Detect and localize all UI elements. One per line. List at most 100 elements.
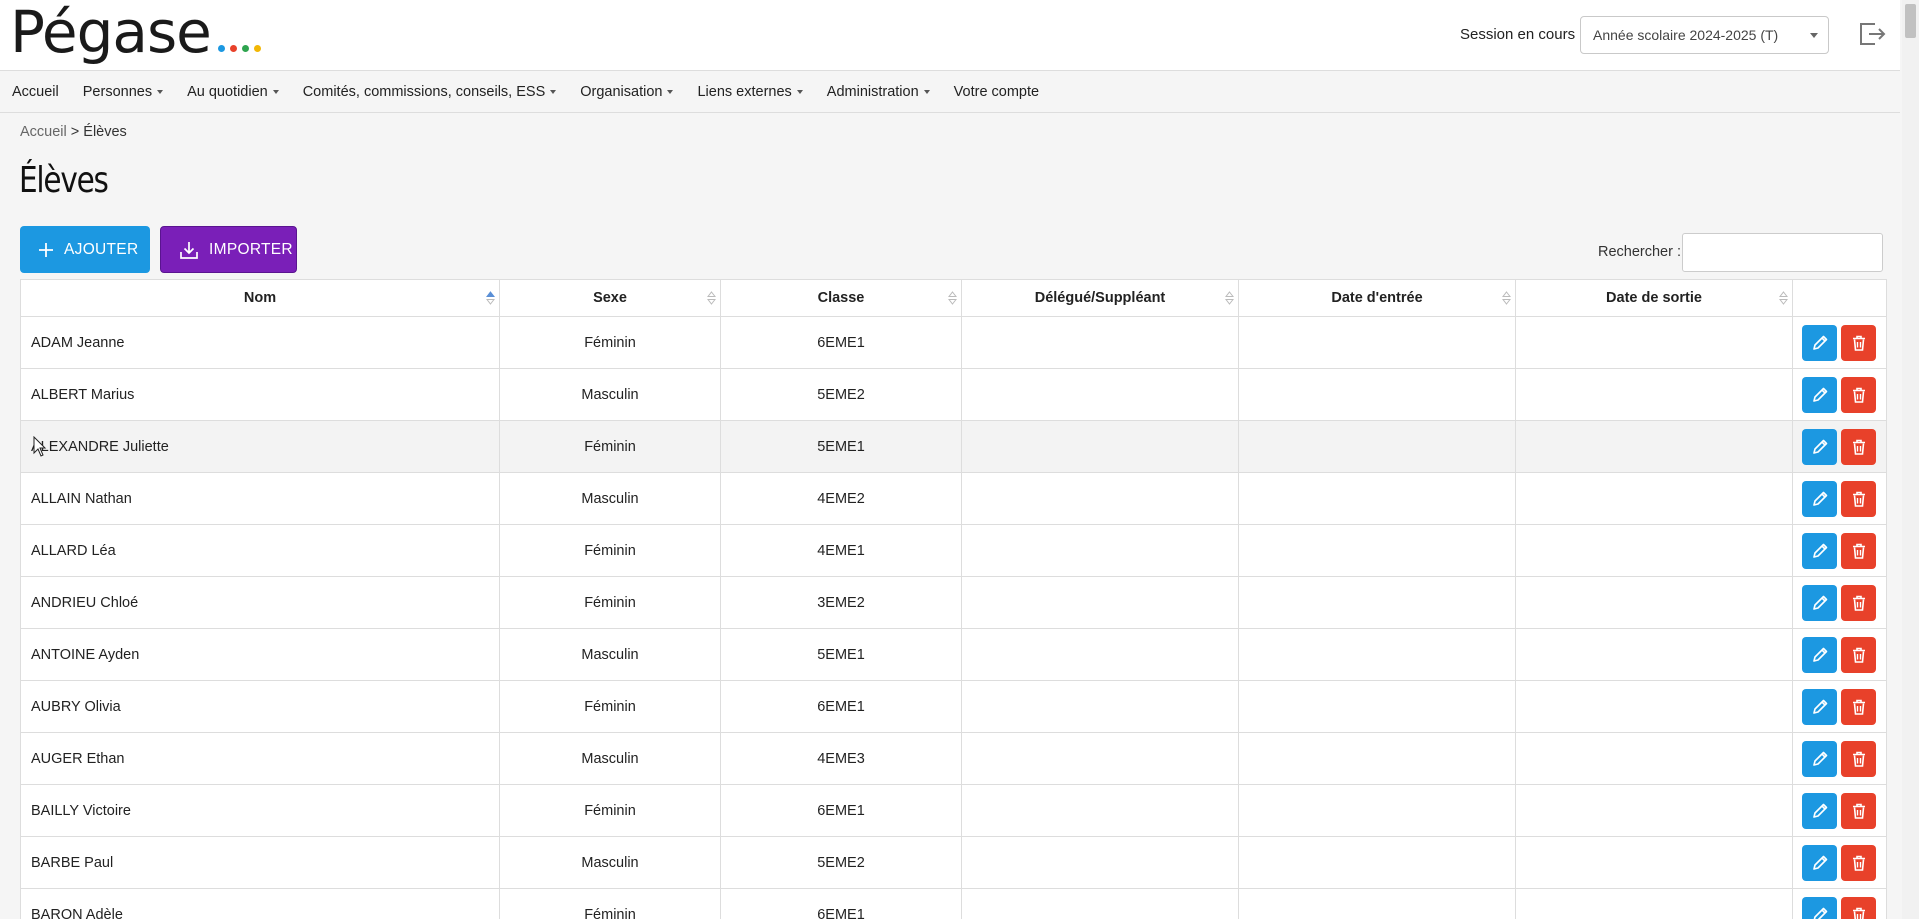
edit-button[interactable]: [1802, 377, 1837, 413]
pencil-icon: [1812, 855, 1827, 870]
delete-button[interactable]: [1841, 741, 1876, 777]
nav-item-label: Comités, commissions, conseils, ESS: [302, 83, 546, 100]
cell-sortie: [1515, 628, 1793, 681]
nav-item-personnes[interactable]: Personnes: [83, 84, 164, 100]
table-row[interactable]: ALEXANDRE Juliette Féminin 5EME1: [20, 420, 1887, 473]
delete-button[interactable]: [1841, 429, 1876, 465]
cell-delegue: [961, 680, 1239, 733]
logo-text: Pégase: [10, 0, 212, 66]
cell-sortie: [1515, 368, 1793, 421]
cell-delegue: [961, 420, 1239, 473]
cell-sexe: Féminin: [499, 420, 721, 473]
table-row[interactable]: AUGER Ethan Masculin 4EME3: [20, 732, 1887, 785]
table-row[interactable]: AUBRY Olivia Féminin 6EME1: [20, 680, 1887, 733]
cell-actions: [1792, 680, 1887, 733]
nav-item-votre-compte[interactable]: Votre compte: [954, 84, 1039, 100]
trash-icon: [1852, 751, 1865, 767]
trash-icon: [1852, 595, 1865, 611]
delete-button[interactable]: [1841, 325, 1876, 361]
column-header[interactable]: Sexe: [499, 279, 721, 317]
column-header[interactable]: Date d'entrée: [1238, 279, 1516, 317]
edit-button[interactable]: [1802, 481, 1837, 517]
edit-button[interactable]: [1802, 793, 1837, 829]
nav-item-accueil[interactable]: Accueil: [12, 84, 59, 100]
page-scrollbar[interactable]: [1902, 0, 1919, 919]
caret-down-icon: [667, 89, 674, 94]
table-row[interactable]: ANDRIEU Chloé Féminin 3EME2: [20, 576, 1887, 629]
column-header[interactable]: Nom: [20, 279, 500, 317]
logout-icon[interactable]: [1857, 20, 1887, 48]
search-label: Rechercher :: [1598, 244, 1682, 260]
cell-nom: ANTOINE Ayden: [20, 628, 500, 681]
table-row[interactable]: BAILLY Victoire Féminin 6EME1: [20, 784, 1887, 837]
table-row[interactable]: BARON Adèle Féminin 6EME1: [20, 888, 1887, 919]
cell-nom: ALBERT Marius: [20, 368, 500, 421]
delete-button[interactable]: [1841, 637, 1876, 673]
delete-button[interactable]: [1841, 793, 1876, 829]
edit-button[interactable]: [1802, 637, 1837, 673]
cell-delegue: [961, 368, 1239, 421]
cell-actions: [1792, 784, 1887, 837]
cell-nom: AUBRY Olivia: [20, 680, 500, 733]
cell-sexe: Féminin: [499, 888, 721, 919]
edit-button[interactable]: [1802, 533, 1837, 569]
nav-item-label: Liens externes: [697, 83, 792, 100]
table-row[interactable]: ALLAIN Nathan Masculin 4EME2: [20, 472, 1887, 525]
cell-sortie: [1515, 680, 1793, 733]
table-row[interactable]: ANTOINE Ayden Masculin 5EME1: [20, 628, 1887, 681]
nav-item-administration[interactable]: Administration: [827, 84, 930, 100]
delete-button[interactable]: [1841, 845, 1876, 881]
pencil-icon: [1812, 543, 1827, 558]
cell-delegue: [961, 836, 1239, 889]
nav-item-organisation[interactable]: Organisation: [580, 84, 674, 100]
edit-button[interactable]: [1802, 845, 1837, 881]
table-row[interactable]: ALBERT Marius Masculin 5EME2: [20, 368, 1887, 421]
nav-item-liens-externes[interactable]: Liens externes: [697, 83, 803, 100]
pencil-icon: [1812, 647, 1827, 662]
add-button[interactable]: AJOUTER: [20, 226, 150, 273]
trash-icon: [1852, 855, 1865, 871]
delete-button[interactable]: [1841, 689, 1876, 725]
cell-classe: 5EME2: [720, 368, 962, 421]
scrollbar-thumb[interactable]: [1905, 4, 1916, 38]
cell-nom: ALLAIN Nathan: [20, 472, 500, 525]
cell-sexe: Masculin: [499, 836, 721, 889]
delete-button[interactable]: [1841, 377, 1876, 413]
table-row[interactable]: BARBE Paul Masculin 5EME2: [20, 836, 1887, 889]
edit-button[interactable]: [1802, 689, 1837, 725]
column-header[interactable]: Date de sortie: [1515, 279, 1793, 317]
nav-item-comit-s-commissions-conseils-ess[interactable]: Comités, commissions, conseils, ESS: [303, 84, 557, 100]
column-header[interactable]: Délégué/Suppléant: [961, 279, 1239, 317]
pencil-icon: [1812, 803, 1827, 818]
delete-button[interactable]: [1841, 897, 1876, 919]
session-select[interactable]: Année scolaire 2024-2025 (T): [1580, 16, 1829, 54]
table-row[interactable]: ADAM Jeanne Féminin 6EME1: [20, 316, 1887, 369]
cell-classe: 6EME1: [720, 784, 962, 837]
cell-nom: AUGER Ethan: [20, 732, 500, 785]
edit-button[interactable]: [1802, 325, 1837, 361]
column-header[interactable]: Classe: [720, 279, 962, 317]
column-header-label: Sexe: [593, 290, 627, 306]
edit-button[interactable]: [1802, 741, 1837, 777]
cell-sexe: Masculin: [499, 732, 721, 785]
cell-sexe: Féminin: [499, 784, 721, 837]
trash-icon: [1852, 803, 1865, 819]
edit-button[interactable]: [1802, 429, 1837, 465]
logo-dot: [242, 45, 249, 52]
pencil-icon: [1812, 335, 1827, 350]
cell-entree: [1238, 836, 1516, 889]
edit-button[interactable]: [1802, 585, 1837, 621]
delete-button[interactable]: [1841, 481, 1876, 517]
edit-button[interactable]: [1802, 897, 1837, 919]
delete-button[interactable]: [1841, 533, 1876, 569]
delete-button[interactable]: [1841, 585, 1876, 621]
nav-item-label: Accueil: [12, 83, 59, 100]
cell-classe: 4EME1: [720, 524, 962, 577]
breadcrumb-current: Élèves: [83, 124, 127, 140]
import-button[interactable]: IMPORTER: [160, 226, 297, 273]
search-input[interactable]: [1682, 233, 1883, 272]
cell-delegue: [961, 576, 1239, 629]
nav-item-au-quotidien[interactable]: Au quotidien: [187, 84, 279, 100]
table-row[interactable]: ALLARD Léa Féminin 4EME1: [20, 524, 1887, 577]
breadcrumb-home-link[interactable]: Accueil: [20, 124, 67, 140]
